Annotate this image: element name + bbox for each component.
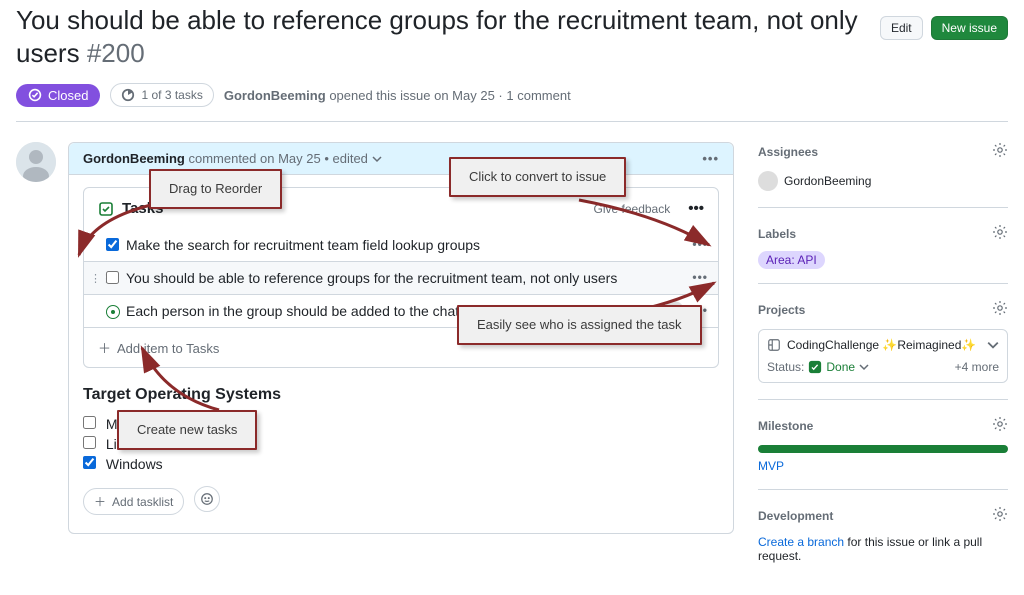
chevron-down-icon[interactable] <box>859 362 869 372</box>
issue-open-icon <box>106 305 120 319</box>
project-card[interactable]: CodingChallenge ✨Reimagined✨ Status: Don… <box>758 329 1008 383</box>
gear-icon[interactable] <box>992 300 1008 319</box>
sidebar-assignees-title: Assignees <box>758 145 818 159</box>
project-icon <box>767 338 781 352</box>
sidebar-milestone-title: Milestone <box>758 419 813 433</box>
milestone-link[interactable]: MVP <box>758 459 784 473</box>
issue-number: #200 <box>87 38 145 68</box>
gear-icon[interactable] <box>992 506 1008 525</box>
task-progress-pill[interactable]: 1 of 3 tasks <box>110 83 213 107</box>
comment-menu-button[interactable]: ••• <box>702 151 719 166</box>
tasks-menu-button[interactable]: ••• <box>688 200 704 217</box>
sidebar-projects-title: Projects <box>758 303 805 317</box>
create-branch-link[interactable]: Create a branch <box>758 535 844 549</box>
target-os-heading: Target Operating Systems <box>83 386 719 404</box>
chevron-down-icon[interactable] <box>372 154 382 164</box>
milestone-progress-bar <box>758 445 1008 453</box>
edit-button[interactable]: Edit <box>880 16 923 40</box>
status-done-icon <box>808 360 822 374</box>
author-avatar[interactable] <box>16 142 56 182</box>
plus-icon: ＋ <box>98 341 111 356</box>
task-text: You should be able to reference groups f… <box>126 270 617 286</box>
chevron-down-icon[interactable] <box>987 339 999 351</box>
gear-icon[interactable] <box>992 224 1008 243</box>
issue-title: You should be able to reference groups f… <box>16 4 868 69</box>
task-item[interactable]: Make the search for recruitment team fie… <box>84 229 718 261</box>
state-pill-closed: Closed <box>16 84 100 107</box>
task-item-menu[interactable]: ••• <box>692 270 708 284</box>
task-item-menu[interactable]: ••• <box>692 237 708 251</box>
issue-byline: GordonBeeming opened this issue on May 2… <box>224 88 571 103</box>
task-item-selected[interactable]: ⋮⋮ You should be able to reference group… <box>84 261 718 295</box>
tasklist-icon <box>98 201 114 217</box>
task-checkbox[interactable] <box>106 271 119 284</box>
avatar-icon <box>758 171 778 191</box>
new-issue-button[interactable]: New issue <box>931 16 1008 40</box>
plus-icon: ＋ <box>94 493 106 510</box>
callout-convert: Click to convert to issue <box>449 157 626 197</box>
tasklist-progress-icon <box>121 88 135 102</box>
comment-box: GordonBeeming commented on May 25 • edit… <box>68 142 734 534</box>
task-checkbox[interactable] <box>106 238 119 251</box>
callout-assigned: Easily see who is assigned the task <box>457 305 702 345</box>
callout-create: Create new tasks <box>117 410 257 450</box>
development-text: Create a branch for this issue or link a… <box>758 535 982 563</box>
label-area-api[interactable]: Area: API <box>758 251 825 269</box>
gear-icon[interactable] <box>992 416 1008 435</box>
os-item-windows[interactable]: Windows <box>83 454 719 474</box>
assignee-link[interactable]: GordonBeeming <box>758 171 1008 191</box>
tasks-feedback-link[interactable]: Give feedback <box>594 202 671 216</box>
emoji-reaction-button[interactable] <box>194 486 220 512</box>
gear-icon[interactable] <box>992 142 1008 161</box>
add-tasklist-button[interactable]: ＋ Add tasklist <box>83 488 184 515</box>
sidebar-labels-title: Labels <box>758 227 796 241</box>
sidebar-development-title: Development <box>758 509 833 523</box>
project-more-link[interactable]: +4 more <box>955 360 999 374</box>
callout-reorder: Drag to Reorder <box>149 169 282 209</box>
check-circle-icon <box>28 88 42 102</box>
task-text: Make the search for recruitment team fie… <box>126 237 480 253</box>
smile-icon <box>200 492 214 506</box>
